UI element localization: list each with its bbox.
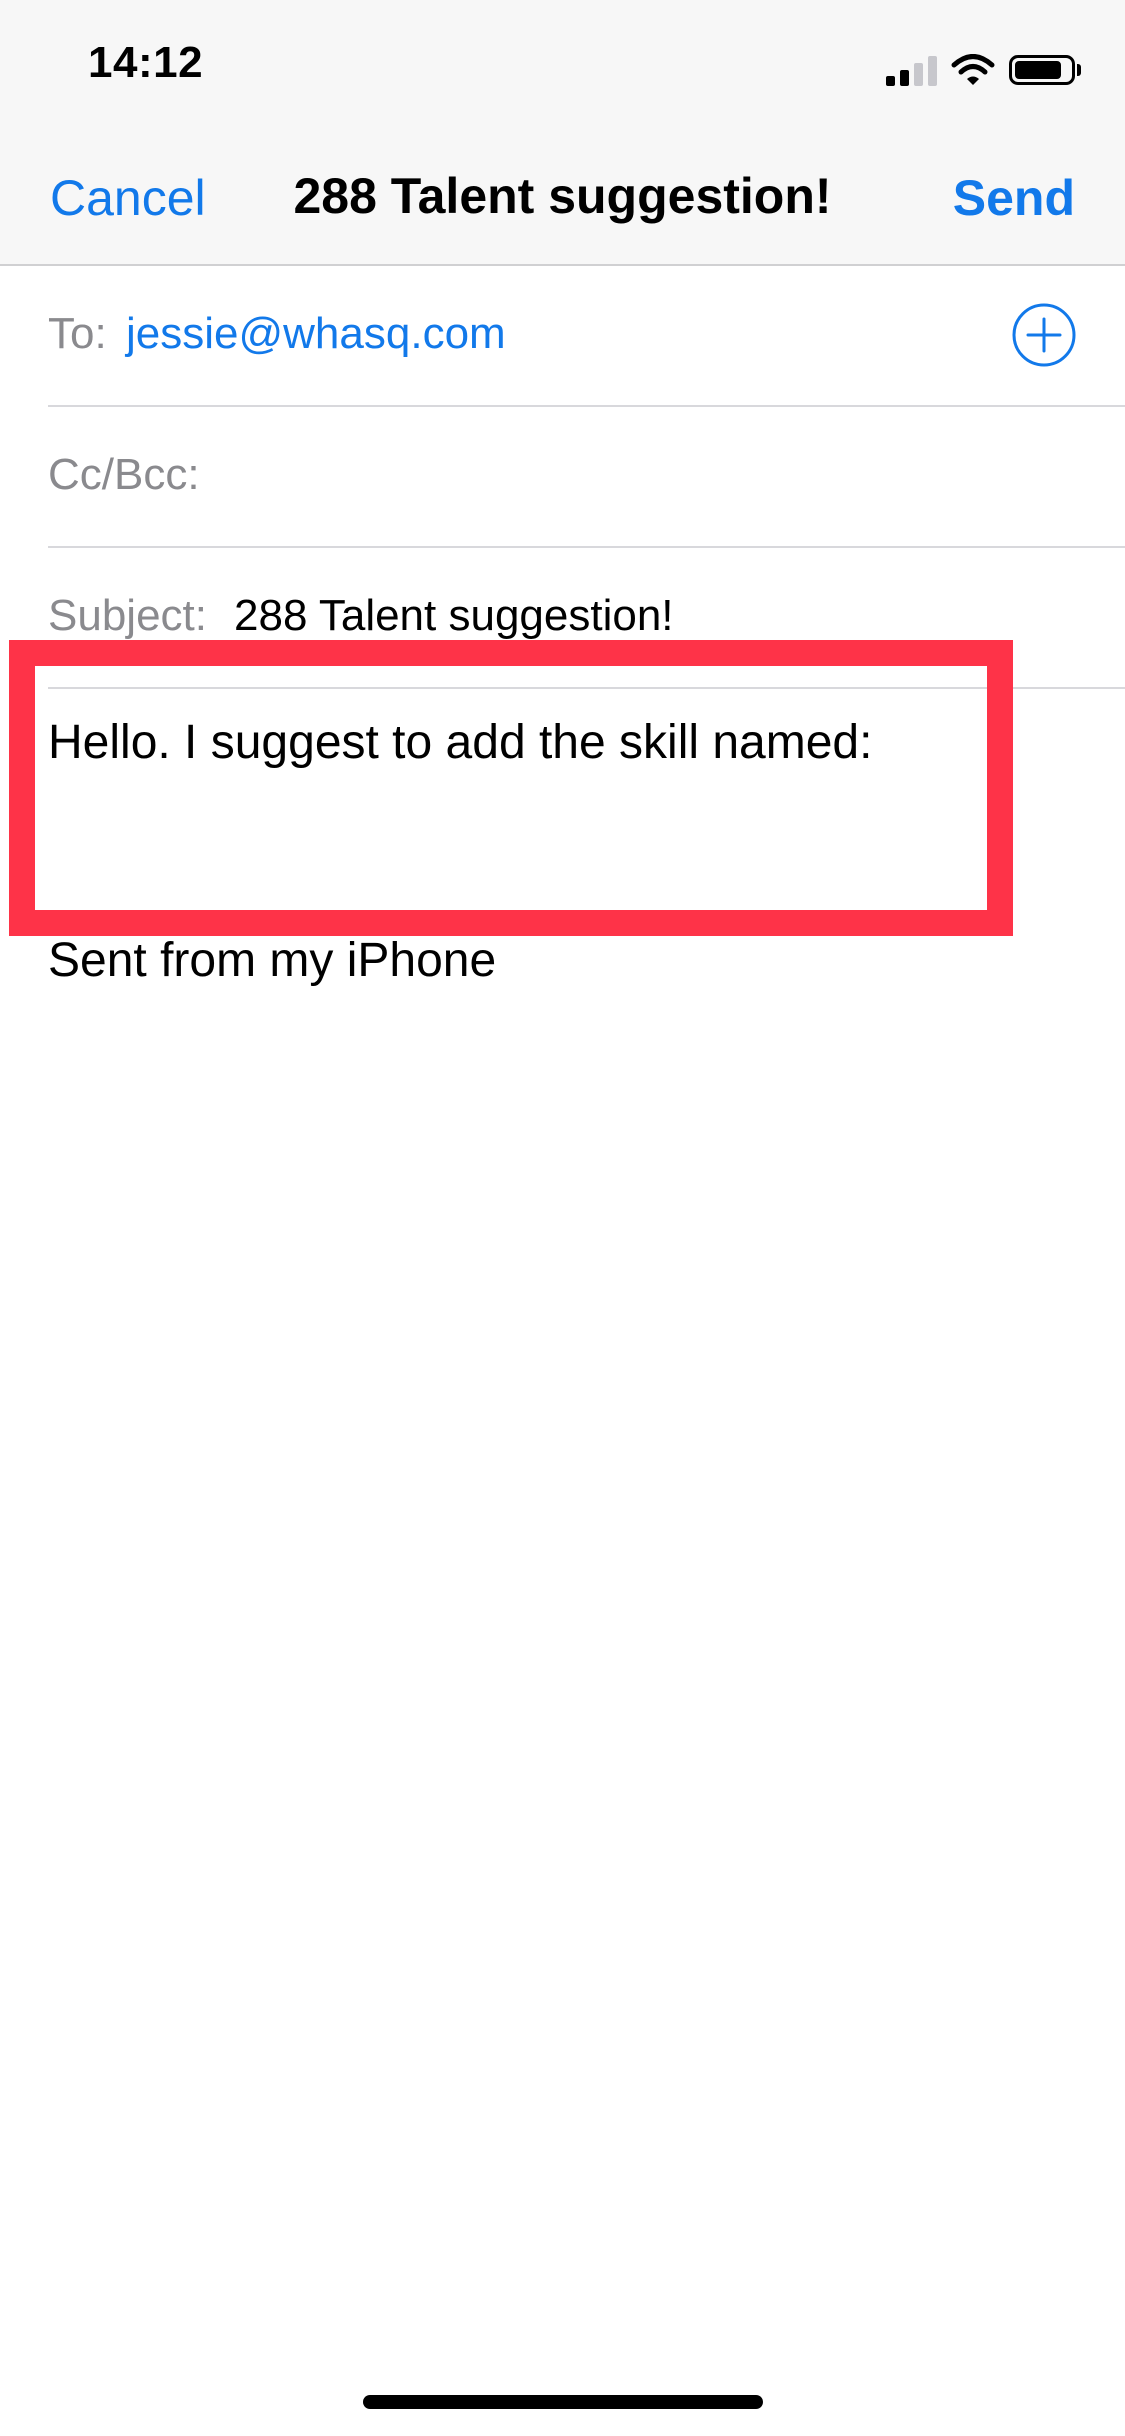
cc-bcc-label: Cc/Bcc:	[48, 450, 200, 499]
home-indicator[interactable]	[363, 2395, 763, 2409]
plus-circle-icon[interactable]	[1011, 302, 1077, 368]
cellular-signal-icon	[886, 54, 937, 86]
cc-bcc-field[interactable]: Cc/Bcc:	[48, 407, 1125, 548]
highlight-annotation	[9, 640, 1013, 936]
to-label: To:	[48, 309, 107, 358]
status-icons	[886, 50, 1081, 90]
wifi-icon	[951, 54, 995, 85]
cancel-button[interactable]: Cancel	[50, 168, 206, 228]
subject-label: Subject:	[48, 591, 207, 640]
signature[interactable]: Sent from my iPhone	[48, 930, 496, 992]
to-recipient[interactable]: jessie@whasq.com	[126, 306, 506, 362]
to-field[interactable]: To: jessie@whasq.com	[48, 266, 1125, 407]
subject-input[interactable]: 288 Talent suggestion!	[234, 588, 674, 644]
battery-icon	[1009, 55, 1081, 85]
status-time: 14:12	[88, 38, 204, 87]
send-button[interactable]: Send	[953, 168, 1075, 228]
